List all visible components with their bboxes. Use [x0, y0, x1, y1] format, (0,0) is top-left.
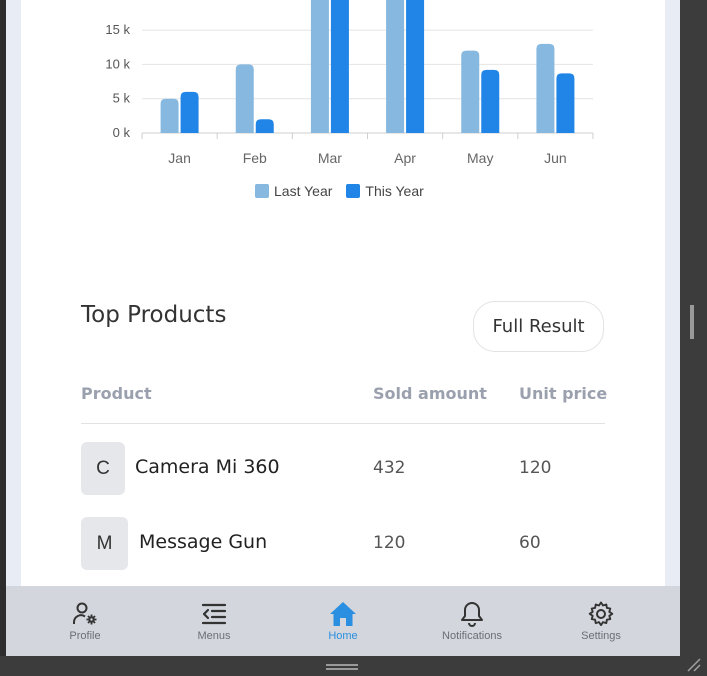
full-result-button[interactable]: Full Result: [473, 301, 604, 352]
x-tick-label: Jan: [168, 150, 191, 166]
y-tick-label: 10 k: [105, 56, 130, 71]
nav-item-settings[interactable]: Settings: [551, 586, 651, 656]
y-tick-label: 5 k: [113, 91, 131, 106]
product-name: Message Gun: [139, 531, 268, 553]
x-tick-label: Apr: [394, 150, 416, 166]
x-tick-label: Feb: [243, 150, 267, 166]
x-tick-label: Mar: [318, 150, 342, 166]
bar-last-year: [310, 0, 329, 133]
y-tick-label: 15 k: [105, 22, 130, 37]
nav-label-menus: Menus: [197, 630, 231, 642]
bar-this-year: [255, 119, 274, 133]
table-row[interactable]: M Message Gun 120 60: [81, 517, 611, 571]
product-name: Camera Mi 360: [135, 456, 280, 478]
top-products-title: Top Products: [81, 302, 227, 328]
legend-label-last-year: Last Year: [274, 183, 333, 199]
legend-swatch-last-year: [255, 184, 269, 198]
nav-item-notifications[interactable]: Notifications: [422, 586, 522, 656]
product-avatar: M: [81, 517, 128, 570]
bar-last-year: [235, 64, 254, 133]
nav-label-settings: Settings: [581, 630, 621, 642]
legend-label-this-year: This Year: [365, 183, 424, 199]
table-row[interactable]: C Camera Mi 360 432 120: [81, 442, 611, 496]
column-header-product: Product: [81, 384, 152, 403]
bar-this-year: [180, 91, 199, 133]
bottom-navigation: Profile Menus Home Notifications Setting…: [6, 586, 680, 656]
dashboard-card: 0 k 5 k 10 k 15 k Jan Feb Mar Apr May Jun Last Ye…: [21, 0, 665, 586]
bar-this-year: [406, 0, 425, 133]
nav-item-menus[interactable]: Menus: [164, 586, 264, 656]
product-sold-amount: 432: [373, 458, 406, 478]
column-header-unit-price: Unit price: [519, 384, 608, 403]
nav-label-home: Home: [328, 630, 358, 642]
product-avatar: C: [81, 442, 125, 495]
nav-item-profile[interactable]: Profile: [35, 586, 135, 656]
drag-handle-icon[interactable]: [690, 305, 694, 339]
bar-last-year: [536, 43, 555, 133]
home-icon: [330, 602, 356, 626]
gear-icon: [588, 601, 614, 627]
column-header-sold-amount: Sold amount: [373, 384, 487, 403]
nav-label-profile: Profile: [69, 630, 101, 642]
legend-item-last-year[interactable]: Last Year: [255, 183, 332, 199]
bar-last-year: [386, 0, 405, 133]
bar-this-year: [330, 0, 349, 133]
profile-icon: [73, 602, 97, 625]
window-right-rail: [680, 0, 707, 656]
nav-label-notifications: Notifications: [442, 630, 502, 642]
bar-this-year: [481, 69, 500, 133]
bar-this-year: [556, 73, 575, 133]
x-tick-label: Jun: [544, 150, 567, 166]
x-tick-label: May: [467, 150, 493, 166]
product-sold-amount: 120: [373, 533, 406, 553]
home-indicator-icon[interactable]: [326, 664, 358, 670]
bell-icon: [461, 602, 483, 627]
product-unit-price: 120: [519, 458, 552, 478]
nav-item-home[interactable]: Home: [293, 586, 393, 656]
chart-legend: Last Year This Year: [255, 183, 424, 199]
table-divider: [81, 423, 605, 424]
menus-icon: [201, 603, 227, 625]
sales-bar-chart: 0 k 5 k 10 k 15 k Jan Feb Mar Apr May Jun: [105, 0, 594, 166]
product-unit-price: 60: [519, 533, 541, 553]
legend-item-this-year[interactable]: This Year: [346, 183, 424, 199]
app-viewport: 0 k 5 k 10 k 15 k Jan Feb Mar Apr May Jun Last Ye…: [6, 0, 680, 656]
window-bottom-bar: [0, 656, 707, 676]
bar-last-year: [461, 50, 480, 133]
bar-last-year: [160, 98, 179, 133]
resize-corner-icon[interactable]: [687, 658, 701, 672]
y-tick-label: 0 k: [113, 125, 131, 140]
legend-swatch-this-year: [346, 184, 361, 198]
